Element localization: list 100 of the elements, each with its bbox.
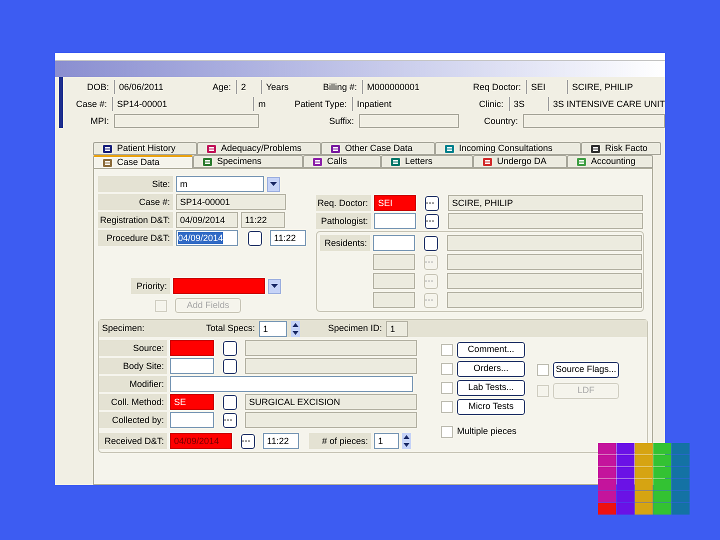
field-label: Specimen ID: [328,322,382,335]
input-field[interactable] [359,114,459,128]
input-field[interactable]: 04/09/2014 [176,230,238,246]
field-value: 3S INTENSIVE CARE UNIT [548,97,665,111]
input-field[interactable] [374,213,416,229]
field-value: SCIRE, PHILIP [567,80,665,94]
field-label: MPI: [89,115,110,128]
field-label: Priority: [131,278,170,294]
input-field[interactable]: SE [170,394,214,410]
checkbox[interactable] [441,363,453,375]
tab[interactable]: Incoming Consultations [435,142,581,155]
document-icon [206,144,217,154]
input-field[interactable] [245,358,417,374]
tab[interactable]: Risk Facto [581,142,661,155]
input-field[interactable] [245,340,417,356]
field-value: m [253,97,292,111]
field-value: SP14-00001 [112,97,250,111]
input-field[interactable] [373,235,415,251]
tab[interactable]: Patient History [93,142,197,155]
input-field[interactable] [523,114,665,128]
document-icon [102,158,113,168]
input-field[interactable]: m [176,176,264,192]
lookup-button[interactable] [223,394,237,410]
tab[interactable]: Adequacy/Problems [197,142,321,155]
checkbox[interactable] [441,401,453,413]
spin-buttons[interactable] [402,433,411,449]
input-field[interactable]: SURGICAL EXCISION [245,394,417,410]
input-field[interactable] [170,340,214,356]
field-label: Case #: [75,98,108,111]
field-label: Site: [98,176,173,192]
field-label: Age: [211,81,232,94]
input-field[interactable]: 04/09/2014 [176,212,238,228]
field-value: M000000001 [362,80,462,94]
tab[interactable]: Other Case Data [321,142,435,155]
field-label: Req Doctor: [472,81,522,94]
field-value: 06/06/2011 [114,80,204,94]
field-label: Country: [482,115,519,128]
checkbox[interactable] [537,364,549,376]
field-label: Modifier: [99,376,167,392]
tab[interactable]: Undergo DA [473,155,567,168]
input-field[interactable]: 11:22 [263,433,299,449]
input-field[interactable]: 11:22 [241,212,285,228]
input-field[interactable]: SCIRE, PHILIP [448,195,643,211]
tab[interactable]: Calls [303,155,381,168]
ellipsis-button[interactable] [241,434,255,448]
input-field[interactable]: SEI [374,195,416,211]
document-icon [102,144,113,154]
field-label: Residents: [320,235,370,251]
dropdown-button[interactable] [268,278,281,294]
input-field[interactable] [170,376,413,392]
checkbox[interactable] [441,382,453,394]
input-field[interactable] [447,235,642,251]
input-field[interactable]: SP14-00001 [176,194,286,210]
input-field[interactable] [448,213,643,229]
input-field[interactable] [173,278,265,294]
lookup-button[interactable] [248,230,262,246]
spin-buttons[interactable] [291,320,300,336]
document-icon [590,144,601,154]
document-icon [576,156,587,166]
input-field[interactable]: 1 [386,320,408,336]
document-icon [330,144,341,154]
field-value: Years [261,80,301,94]
document-icon [390,156,401,166]
action-button[interactable]: Lab Tests... [457,380,525,396]
ellipsis-button[interactable] [425,214,439,228]
action-button[interactable]: Micro Tests [457,399,525,415]
field-label: Procedure D&T: [98,230,173,246]
input-field[interactable] [245,412,417,428]
input-field[interactable] [114,114,259,128]
field-label: Registration D&T: [98,212,173,228]
tab[interactable]: Specimens [193,155,303,168]
field-label: Billing #: [322,81,358,94]
input-field[interactable]: 1 [374,433,399,449]
ellipsis-button[interactable] [425,196,439,210]
field-label: Req. Doctor: [316,195,371,211]
input-field[interactable] [447,254,642,270]
lookup-button[interactable] [223,340,237,356]
input-field[interactable] [170,358,214,374]
action-button[interactable]: Comment... [457,342,525,358]
dropdown-button[interactable] [267,176,280,192]
field-value: SEI [526,80,564,94]
field-label: Collected by: [99,412,167,428]
lookup-button[interactable] [424,236,438,250]
field-label: Case #: [98,194,173,210]
input-field[interactable]: 1 [259,320,288,336]
lookup-button[interactable] [223,358,237,374]
field-label: Source: [99,340,167,356]
field-label: Total Specs: [206,322,256,335]
input-field[interactable] [170,412,214,428]
checkbox[interactable] [441,426,453,438]
input-field[interactable] [447,292,642,308]
action-button[interactable]: Source Flags... [553,362,619,378]
tab[interactable]: Letters [381,155,473,168]
tab[interactable]: Accounting [567,155,653,168]
input-field[interactable]: 11:22 [270,230,306,246]
checkbox[interactable] [441,344,453,356]
action-button[interactable]: Orders... [457,361,525,377]
ellipsis-button[interactable] [223,412,237,428]
tab[interactable]: Case Data [93,155,193,168]
input-field[interactable] [447,273,642,289]
